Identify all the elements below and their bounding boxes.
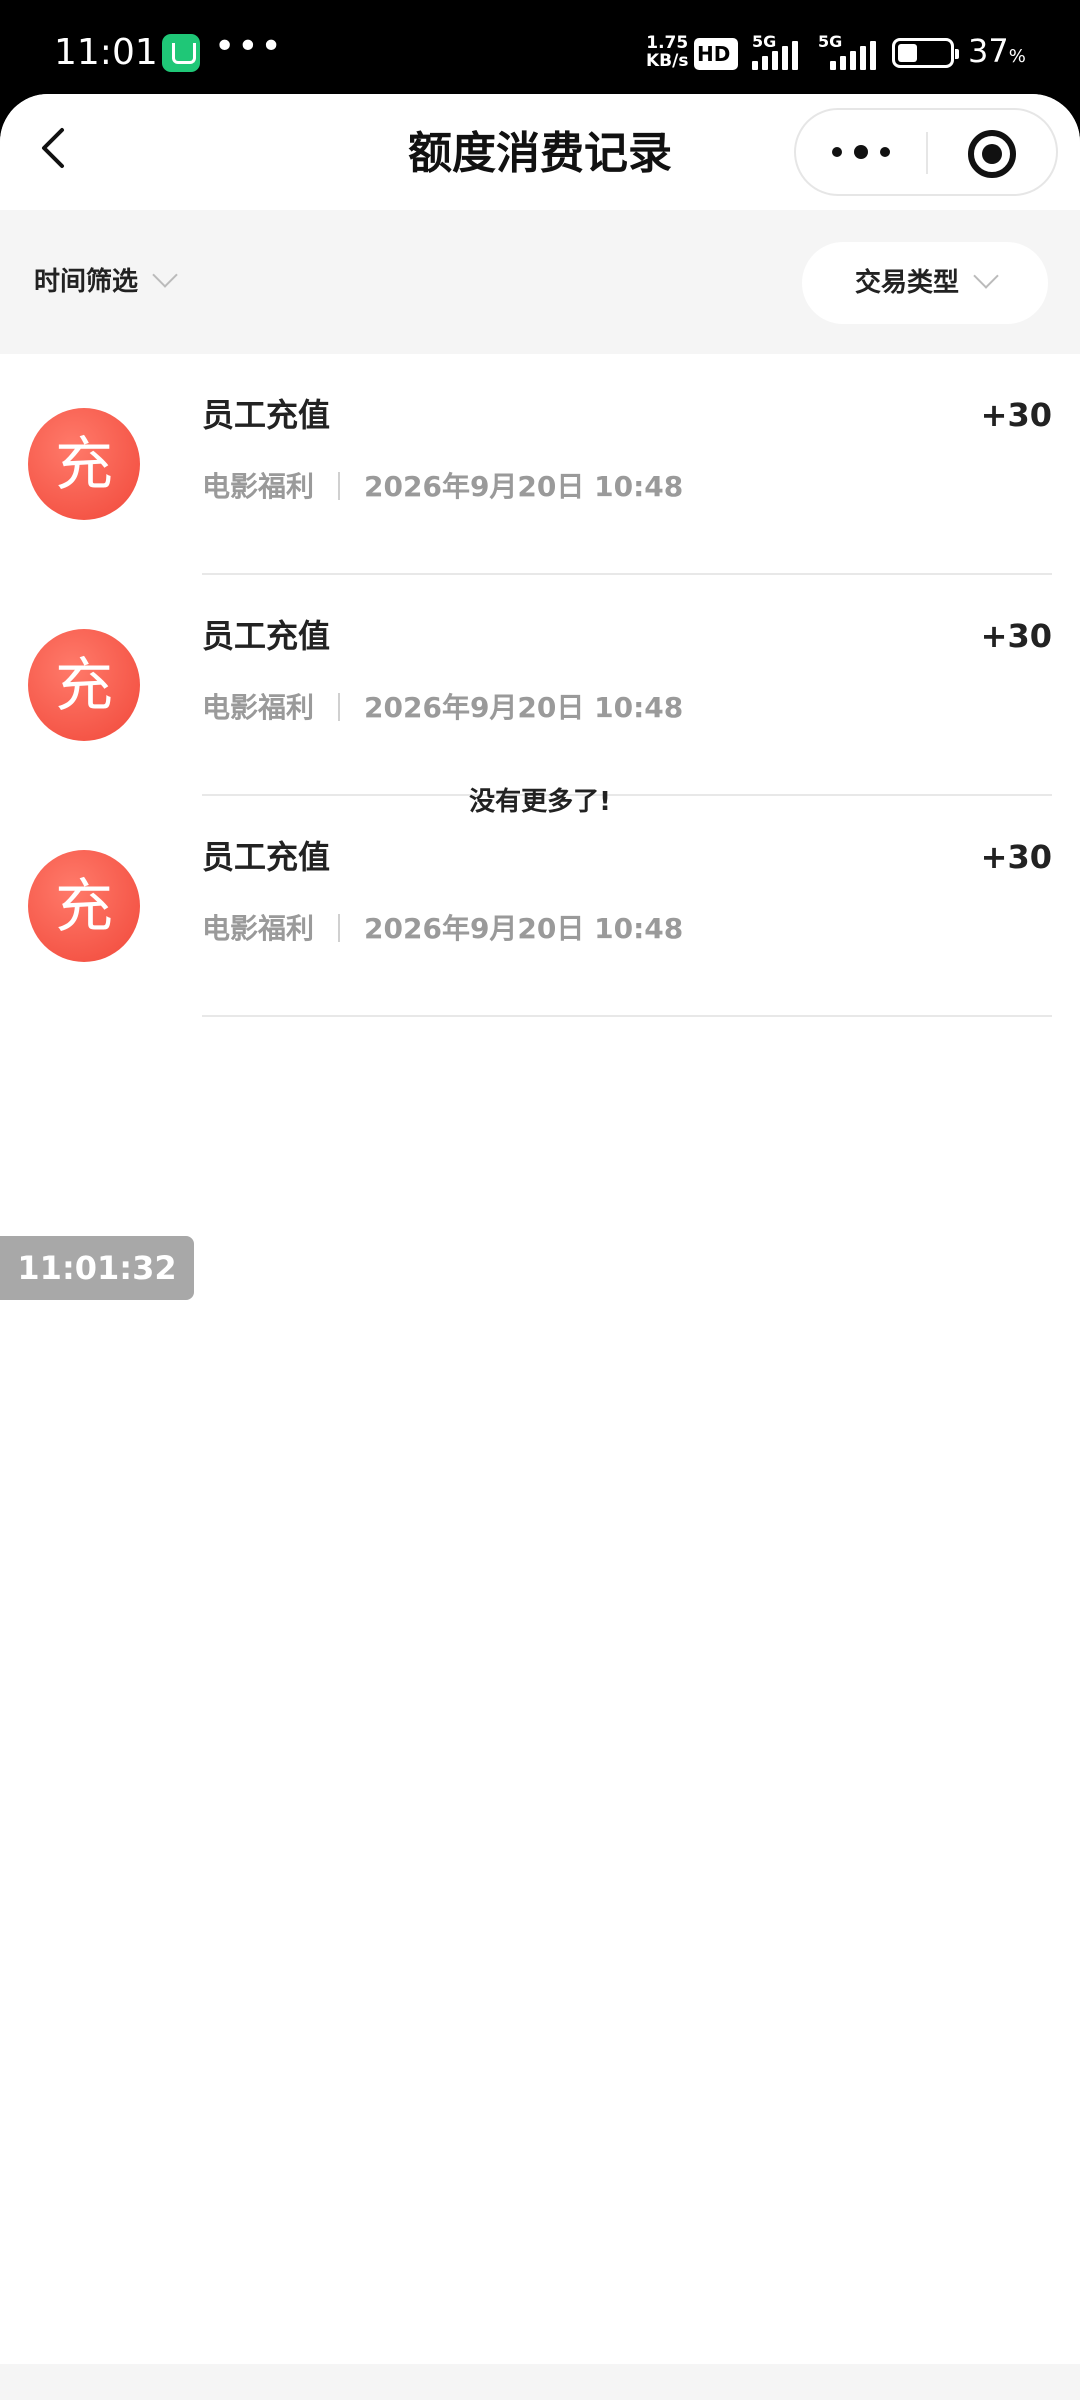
list-item[interactable]: 充 员工充值 +30 电影福利 2026年9月20日 10:48 — [0, 354, 1080, 575]
capsule-divider — [926, 132, 928, 174]
network-speed: 1.75 KB/s — [646, 34, 688, 70]
time-filter-dropdown[interactable]: 时间筛选 — [34, 262, 178, 302]
chevron-down-icon — [973, 263, 999, 289]
battery-fill — [898, 44, 917, 62]
record-datetime: 2026年9月20日 10:48 — [364, 912, 684, 945]
chevron-down-icon — [152, 262, 178, 288]
mini-program-capsule — [794, 108, 1058, 196]
app-notification-icon — [162, 34, 200, 72]
transaction-type-dropdown[interactable]: 交易类型 — [802, 242, 1048, 324]
list-item[interactable]: 充 员工充值 +30 电影福利 2026年9月20日 10:48 — [0, 575, 1080, 796]
record-title: 员工充值 — [202, 396, 331, 434]
record-category: 电影福利 — [202, 470, 315, 503]
more-dot-icon — [832, 147, 842, 157]
target-dot-icon — [982, 144, 1002, 164]
close-mini-program-button[interactable] — [968, 130, 1016, 178]
record-meta: 电影福利 2026年9月20日 10:48 — [202, 910, 683, 948]
hd-voice-icon: HD — [694, 38, 738, 70]
status-bar: 11:01 ••• 1.75 KB/s HD 5G 5G 37% — [0, 0, 1080, 100]
row-divider — [202, 1015, 1052, 1017]
record-category: 电影福利 — [202, 912, 315, 945]
recharge-avatar-icon: 充 — [28, 629, 140, 741]
meta-separator — [338, 914, 341, 942]
list-item[interactable]: 充 员工充值 +30 电影福利 2026年9月20日 10:48 — [0, 796, 1080, 1017]
record-amount: +30 — [980, 396, 1052, 434]
more-options-button[interactable] — [816, 130, 906, 176]
record-list: 充 员工充值 +30 电影福利 2026年9月20日 10:48 充 员工充值 +… — [0, 354, 1080, 1017]
record-meta: 电影福利 2026年9月20日 10:48 — [202, 689, 683, 727]
recharge-avatar-icon: 充 — [28, 850, 140, 962]
meta-separator — [338, 693, 341, 721]
more-dot-icon — [854, 145, 868, 159]
list-end-message: 没有更多了! — [469, 787, 611, 817]
record-category: 电影福利 — [202, 691, 315, 724]
network-speed-unit: KB/s — [646, 51, 689, 71]
record-amount: +30 — [980, 617, 1052, 655]
battery-percent: 37% — [968, 32, 1026, 70]
phone-screen: 11:01 ••• 1.75 KB/s HD 5G 5G 37% 额度消费记录 — [0, 0, 1080, 2400]
record-title: 员工充值 — [202, 838, 331, 876]
record-amount: +30 — [980, 838, 1052, 876]
filter-bar: 时间筛选 交易类型 — [0, 210, 1080, 354]
sim2-signal-icon — [830, 40, 878, 70]
meta-separator — [338, 472, 341, 500]
transaction-type-label: 交易类型 — [854, 268, 959, 298]
record-title: 员工充值 — [202, 617, 331, 655]
navigation-bar: 额度消费记录 — [0, 94, 1080, 210]
status-time: 11:01 — [54, 32, 158, 73]
network-speed-value: 1.75 — [646, 33, 689, 53]
sim1-signal-icon — [752, 40, 800, 70]
timestamp-overlay: 11:01:32 — [0, 1236, 194, 1300]
more-dot-icon — [880, 147, 890, 157]
battery-icon — [892, 38, 959, 68]
record-datetime: 2026年9月20日 10:48 — [364, 691, 684, 724]
record-datetime: 2026年9月20日 10:48 — [364, 470, 684, 503]
record-meta: 电影福利 2026年9月20日 10:48 — [202, 468, 683, 506]
more-notifications-icon: ••• — [214, 26, 284, 67]
time-filter-label: 时间筛选 — [34, 267, 139, 297]
system-navigation-bar — [0, 2364, 1080, 2400]
recharge-avatar-icon: 充 — [28, 408, 140, 520]
page: 额度消费记录 时间筛选 交易类型 充 员工充值 +30 电影福利 2026年9月… — [0, 94, 1080, 2400]
